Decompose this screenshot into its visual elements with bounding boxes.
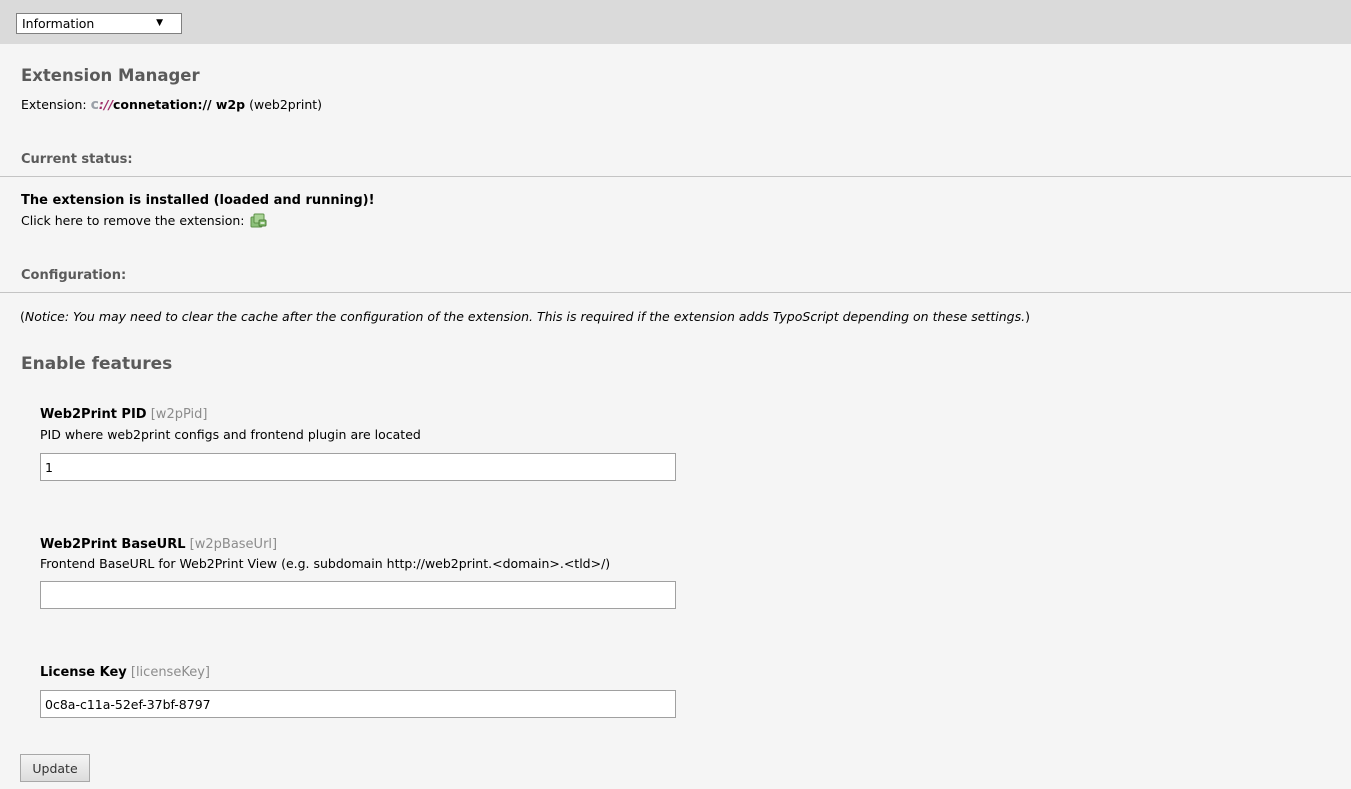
w2p-pid-label-text: Web2Print PID	[40, 407, 147, 422]
function-menu-select[interactable]: Information ▼	[16, 13, 182, 34]
logo-letter-c: c	[90, 97, 99, 113]
dropdown-arrow-icon: ▼	[156, 18, 163, 28]
license-key-label: License Key [licenseKey]	[40, 665, 210, 680]
w2p-pid-input[interactable]	[40, 453, 676, 481]
status-divider	[0, 176, 1351, 177]
extension-line: Extension: c://connetation:// w2p (web2p…	[21, 97, 322, 113]
enable-features-heading: Enable features	[21, 354, 173, 374]
extension-logo: c://	[91, 97, 113, 113]
w2p-baseurl-description: Frontend BaseURL for Web2Print View (e.g…	[40, 556, 611, 571]
w2p-baseurl-input[interactable]	[40, 581, 676, 609]
configuration-heading: Configuration:	[21, 268, 127, 283]
w2p-pid-key: [w2pPid]	[150, 407, 208, 422]
w2p-baseurl-label-text: Web2Print BaseURL	[40, 537, 186, 552]
logo-slashes: ://	[98, 97, 114, 112]
page-title: Extension Manager	[21, 66, 200, 85]
update-button[interactable]: Update	[20, 754, 90, 782]
w2p-baseurl-label: Web2Print BaseURL [w2pBaseUrl]	[40, 537, 277, 552]
installed-status-message: The extension is installed (loaded and r…	[21, 193, 375, 208]
w2p-pid-label: Web2Print PID [w2pPid]	[40, 407, 207, 422]
license-key-label-text: License Key	[40, 665, 127, 680]
remove-extension-text: Click here to remove the extension:	[21, 213, 245, 228]
extension-name: connetation:// w2p	[113, 97, 246, 112]
notice-close-paren: )	[1025, 309, 1030, 324]
remove-extension-line: Click here to remove the extension:	[21, 213, 267, 228]
w2p-pid-description: PID where web2print configs and frontend…	[40, 427, 421, 442]
remove-extension-icon[interactable]	[250, 213, 267, 228]
function-menu-selected-label: Information	[22, 16, 95, 31]
current-status-heading: Current status:	[21, 152, 133, 167]
configuration-divider	[0, 292, 1351, 293]
configuration-notice: (Notice: You may need to clear the cache…	[20, 309, 1030, 324]
notice-text: Notice: You may need to clear the cache …	[24, 309, 1026, 324]
top-toolbar: Information ▼	[0, 0, 1351, 44]
w2p-baseurl-key: [w2pBaseUrl]	[189, 537, 278, 552]
extension-prefix: Extension:	[21, 97, 87, 112]
license-key-key: [licenseKey]	[130, 665, 210, 680]
extension-key: (web2print)	[249, 97, 323, 112]
license-key-input[interactable]	[40, 690, 676, 718]
